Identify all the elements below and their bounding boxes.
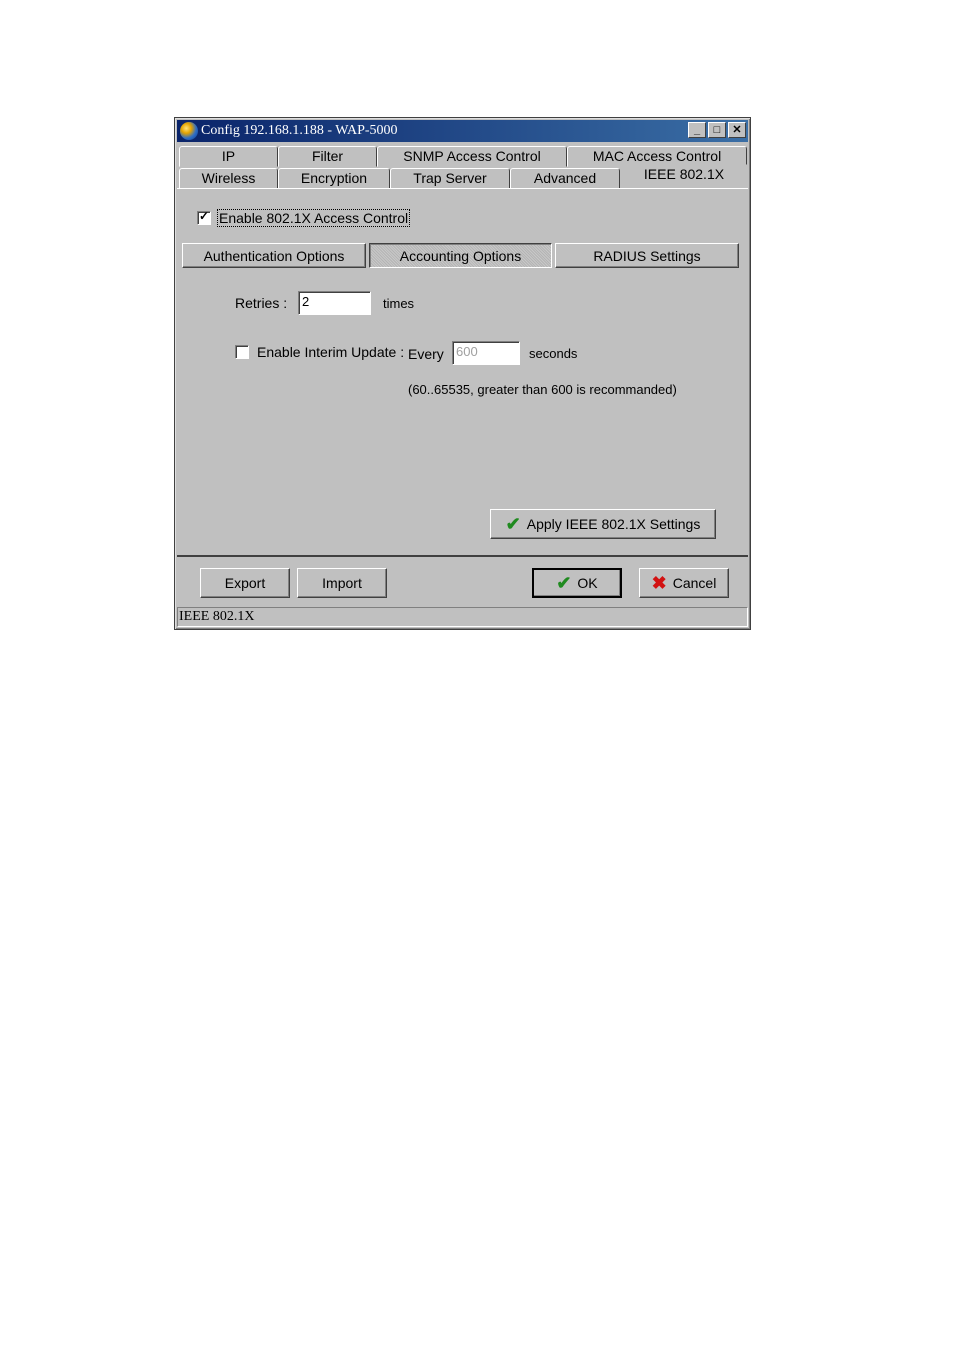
subtab-radius-settings[interactable]: RADIUS Settings [555,243,739,268]
app-icon [180,122,198,140]
title-bar[interactable]: Config 192.168.1.188 - WAP-5000 _ □ ✕ [177,120,748,142]
tab-encryption[interactable]: Encryption [278,168,390,189]
interim-update-row[interactable]: Enable Interim Update : [235,344,404,360]
interim-update-checkbox[interactable] [235,345,249,359]
tab-row-2: Wireless Encryption Trap Server Advanced… [179,164,748,190]
cancel-label: Cancel [672,575,717,591]
check-icon: ✔ [505,513,521,534]
close-button[interactable]: ✕ [728,122,746,138]
tab-ieee-8021x[interactable]: IEEE 802.1X [620,164,748,190]
tab-wireless[interactable]: Wireless [179,168,278,189]
check-icon: ✔ [556,572,572,593]
minimize-button[interactable]: _ [688,122,706,138]
ok-label: OK [577,575,598,591]
subtab-authentication-options[interactable]: Authentication Options [182,243,366,268]
retries-input[interactable]: 2 [298,291,371,315]
cancel-button[interactable]: ✖ Cancel [639,568,729,598]
x-icon: ✖ [651,572,667,593]
tab-snmp-access-control[interactable]: SNMP Access Control [377,146,567,167]
enable-8021x-label: Enable 802.1X Access Control [217,209,411,227]
import-button[interactable]: Import [297,568,387,598]
window-title: Config 192.168.1.188 - WAP-5000 [201,123,398,138]
every-label: Every [408,346,444,362]
checkmark-icon: ✓ [199,209,210,223]
apply-8021x-button[interactable]: ✔ Apply IEEE 802.1X Settings [490,509,716,539]
tab-content-panel: ✓ Enable 802.1X Access Control Authentic… [177,188,748,557]
ok-button[interactable]: ✔ OK [532,568,622,598]
status-bar: IEEE 802.1X [177,607,748,627]
tab-ip[interactable]: IP [179,146,278,167]
apply-button-label: Apply IEEE 802.1X Settings [526,516,701,532]
tab-advanced[interactable]: Advanced [510,168,620,189]
maximize-button[interactable]: □ [708,122,726,138]
enable-8021x-row[interactable]: ✓ Enable 802.1X Access Control [197,209,411,227]
interval-hint: (60..65535, greater than 600 is recomman… [408,382,677,397]
interim-update-label: Enable Interim Update : [257,344,405,360]
tab-filter[interactable]: Filter [278,146,377,167]
enable-8021x-checkbox[interactable]: ✓ [197,209,211,225]
config-window: Config 192.168.1.188 - WAP-5000 _ □ ✕ IP… [174,117,751,630]
interim-interval-input[interactable]: 600 [452,341,520,365]
export-button[interactable]: Export [200,568,290,598]
seconds-unit: seconds [529,346,578,361]
tab-trap-server[interactable]: Trap Server [390,168,510,189]
subtab-accounting-options[interactable]: Accounting Options [369,243,552,268]
retries-unit: times [383,296,415,311]
retries-label: Retries : [235,295,288,311]
